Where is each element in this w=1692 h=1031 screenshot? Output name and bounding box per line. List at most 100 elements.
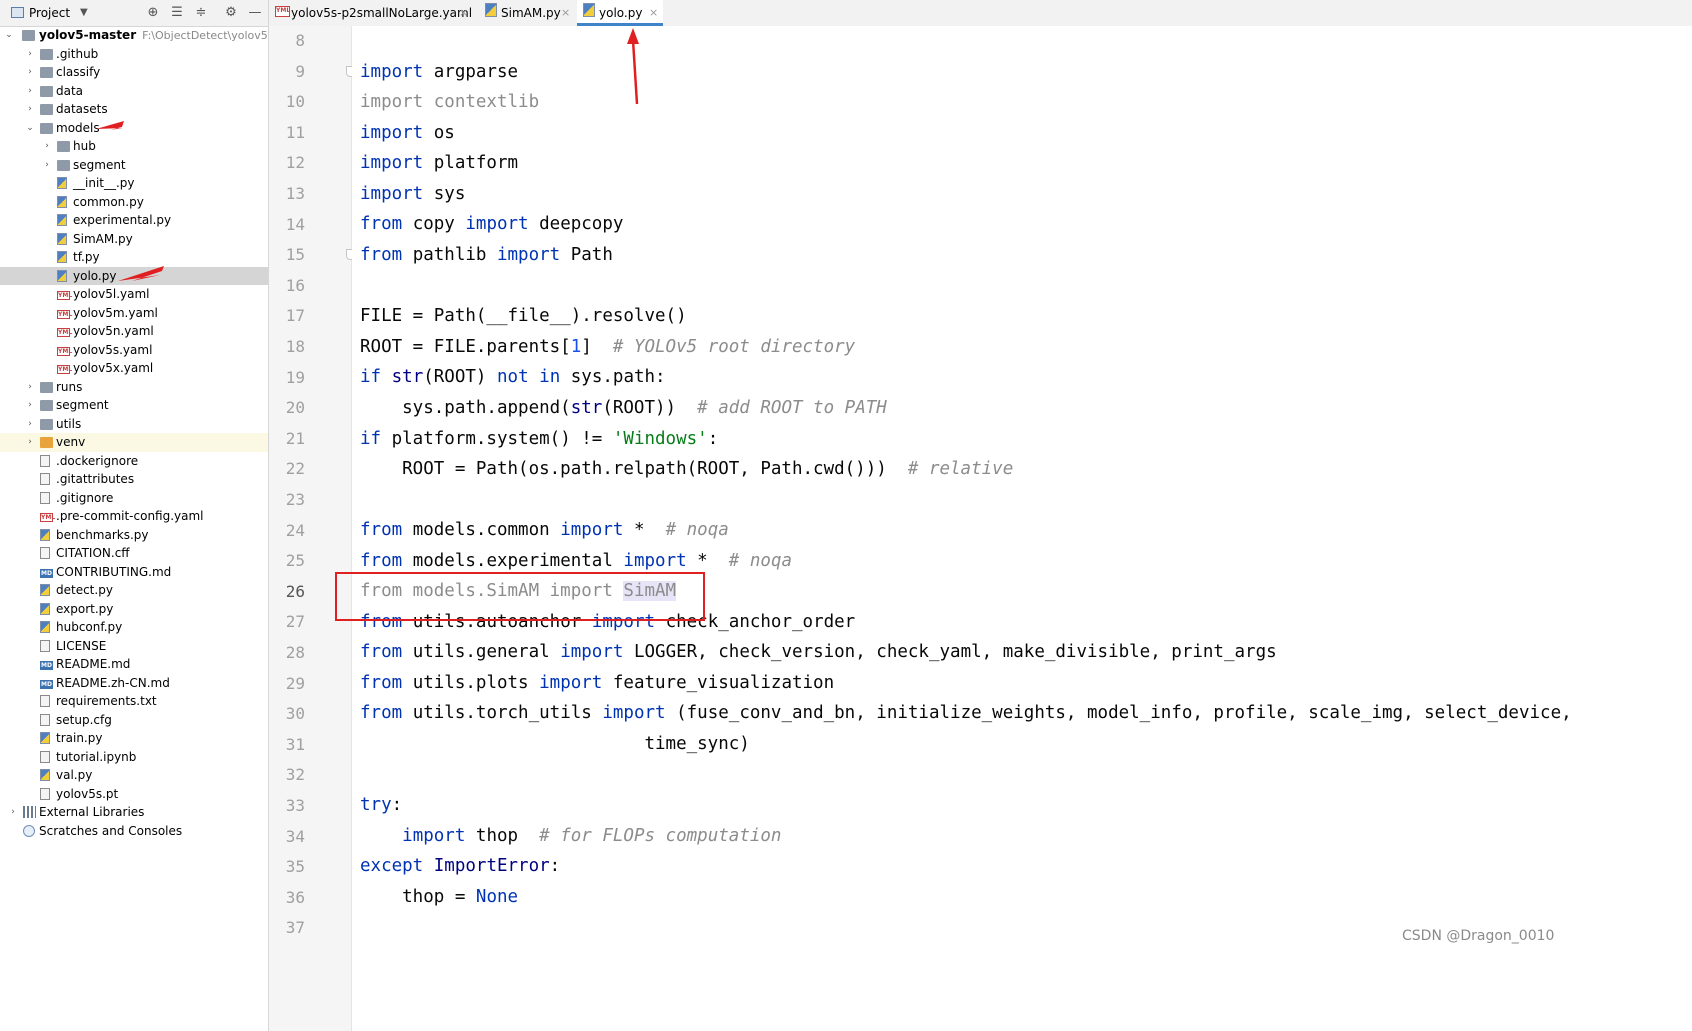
line-number: 9 [295,61,305,81]
line-number: 19 [285,367,305,387]
tree-item[interactable]: MD README.zh-CN.md [0,674,268,693]
line-number: 35 [285,857,305,877]
tree-item[interactable]: Scratches and Consoles [0,822,268,841]
tree-item[interactable]: requirements.txt [0,692,268,711]
chevron-right-icon[interactable]: › [25,378,35,397]
expand-all-icon[interactable]: ☰ [168,4,186,22]
close-icon[interactable]: × [459,0,468,26]
tree-item[interactable]: tf.py [0,248,268,267]
code-line-19: if str(ROOT) not in sys.path: [360,367,666,387]
chevron-right-icon[interactable]: › [25,82,35,101]
chevron-right-icon[interactable]: › [25,100,35,119]
tree-item[interactable]: YML yolov5m.yaml [0,304,268,323]
tree-item[interactable]: LICENSE [0,637,268,656]
tree-item[interactable]: › External Libraries [0,803,268,822]
markdown-file-icon: MD [40,568,53,578]
tree-item[interactable]: › datasets [0,100,268,119]
code-line-18: ROOT = FILE.parents[1] # YOLOv5 root dir… [360,337,856,357]
tree-item[interactable]: yolov5s.pt [0,785,268,804]
close-icon[interactable]: × [561,0,570,26]
text-file-icon [40,639,50,652]
tree-item[interactable]: detect.py [0,581,268,600]
tree-item[interactable]: › hub [0,137,268,156]
code-line-13: import sys [360,184,466,204]
tree-root[interactable]: ⌄ yolov5-master F:\ObjectDetect\yolov5\yo… [0,26,268,45]
root-path: F:\ObjectDetect\yolov5\yol [142,29,268,42]
tree-item[interactable]: › segment [0,156,268,175]
line-number: 20 [285,398,305,418]
tree-item[interactable]: YML yolov5l.yaml [0,285,268,304]
tree-item[interactable]: › data [0,82,268,101]
chevron-right-icon[interactable]: › [25,45,35,64]
chevron-right-icon[interactable]: › [25,415,35,434]
tree-item[interactable]: › venv [0,433,268,452]
tree-item[interactable]: .gitignore [0,489,268,508]
line-number: 23 [285,490,305,509]
tree-item[interactable]: train.py [0,729,268,748]
chevron-right-icon[interactable]: › [25,396,35,415]
tree-item[interactable]: › .github [0,45,268,64]
editor-tab-label: SimAM.py [501,6,561,20]
tree-item[interactable]: YML .pre-commit-config.yaml [0,507,268,526]
project-panel-header: Project ▼ ⊕ ☰ ≑ ⚙ — [0,0,268,27]
chevron-right-icon[interactable]: › [25,433,35,452]
tree-item[interactable]: MD README.md [0,655,268,674]
python-file-icon [40,732,50,744]
line-number: 30 [285,704,305,724]
tree-item[interactable]: setup.cfg [0,711,268,730]
tree-item-label: val.py [56,768,93,782]
gear-icon[interactable]: ⚙ [222,4,240,22]
code-line-9: import argparse [360,62,519,82]
tree-item-label: data [56,83,84,98]
tree-item[interactable]: export.py [0,600,268,619]
text-file-icon [40,787,50,800]
tree-item-label: External Libraries [39,805,145,819]
tree-item[interactable]: › runs [0,378,268,397]
editor-tab[interactable]: SimAM.py × [479,0,575,26]
chevron-down-icon[interactable]: ⌄ [25,119,35,138]
chevron-right-icon[interactable]: › [42,156,52,175]
collapse-all-icon[interactable]: ≑ [192,4,210,22]
folder-icon [40,48,53,60]
tree-item-label: common.py [73,194,144,209]
tree-item[interactable]: YML yolov5n.yaml [0,322,268,341]
tree-item[interactable]: YML yolov5x.yaml [0,359,268,378]
tree-item[interactable]: experimental.py [0,211,268,230]
tree-item[interactable]: SimAM.py [0,230,268,249]
tree-item[interactable]: › utils [0,415,268,434]
tree-item[interactable]: .gitattributes [0,470,268,489]
tree-item[interactable]: › segment [0,396,268,415]
chevron-right-icon[interactable]: › [8,803,18,822]
tree-item[interactable]: CITATION.cff [0,544,268,563]
tree-item[interactable]: tutorial.ipynb [0,748,268,767]
tree-item[interactable]: .dockerignore [0,452,268,471]
tree-item[interactable]: ⌄ models [0,119,268,138]
line-number: 10 [285,92,305,112]
editor-tab[interactable]: yolo.py × [577,0,663,26]
tree-item[interactable]: common.py [0,193,268,212]
code-editor[interactable]: import argparse import contextlib import… [352,26,1692,1031]
chevron-right-icon[interactable]: › [25,63,35,82]
chevron-down-icon[interactable]: ⌄ [4,26,14,45]
line-number: 26 [285,581,305,601]
tree-item[interactable]: › classify [0,63,268,82]
tree-item-label: .gitattributes [56,472,135,486]
locate-icon[interactable]: ⊕ [144,4,162,22]
minimize-icon[interactable]: — [246,4,264,22]
chevron-right-icon[interactable]: › [42,137,52,156]
tree-item[interactable]: __init__.py [0,174,268,193]
tree-item[interactable]: YML yolov5s.yaml [0,341,268,360]
chevron-down-icon[interactable]: ▼ [80,0,88,26]
root-name: yolov5-master [39,28,137,42]
editor-tab[interactable]: YML yolov5s-p2smallNoLarge.yaml × [269,0,473,26]
text-file-icon [40,713,50,726]
close-icon[interactable]: × [649,0,658,26]
project-view-selector[interactable]: Project [29,0,70,26]
tree-item[interactable]: MD CONTRIBUTING.md [0,563,268,582]
line-number: 27 [285,612,305,632]
yaml-file-icon: YML [275,6,290,17]
tree-item[interactable]: benchmarks.py [0,526,268,545]
tree-item[interactable]: val.py [0,766,268,785]
tree-item[interactable]: hubconf.py [0,618,268,637]
tree-item[interactable]: yolo.py [0,266,268,285]
